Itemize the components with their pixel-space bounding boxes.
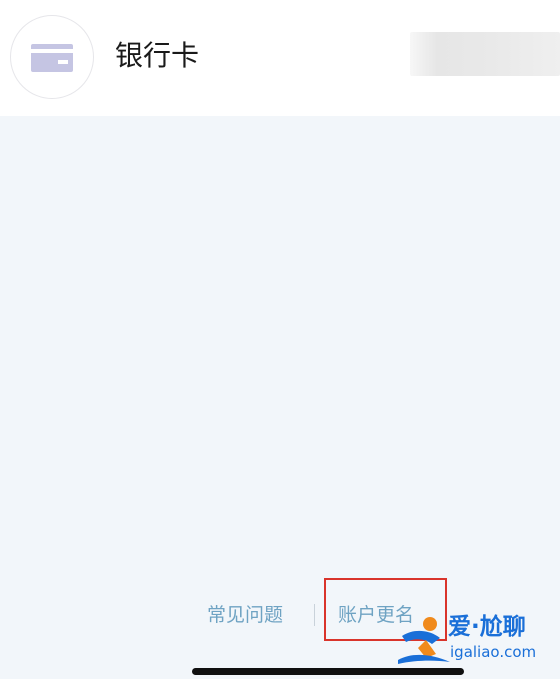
blurred-account-info — [410, 32, 560, 76]
watermark-domain: igaliao.com — [450, 643, 537, 661]
bank-card-icon — [31, 44, 73, 72]
bank-card-title: 银行卡 — [115, 39, 200, 72]
watermark-text: 爱·尬聊 — [448, 614, 526, 640]
bank-card-icon-circle — [10, 15, 94, 99]
home-indicator[interactable] — [192, 668, 464, 675]
watermark-logo-icon — [398, 617, 450, 664]
faq-link[interactable]: 常见问题 — [207, 602, 283, 628]
link-divider — [314, 604, 315, 626]
watermark: 爱·尬聊 igaliao.com — [396, 608, 560, 670]
bank-card-row[interactable]: 银行卡 — [0, 0, 560, 116]
